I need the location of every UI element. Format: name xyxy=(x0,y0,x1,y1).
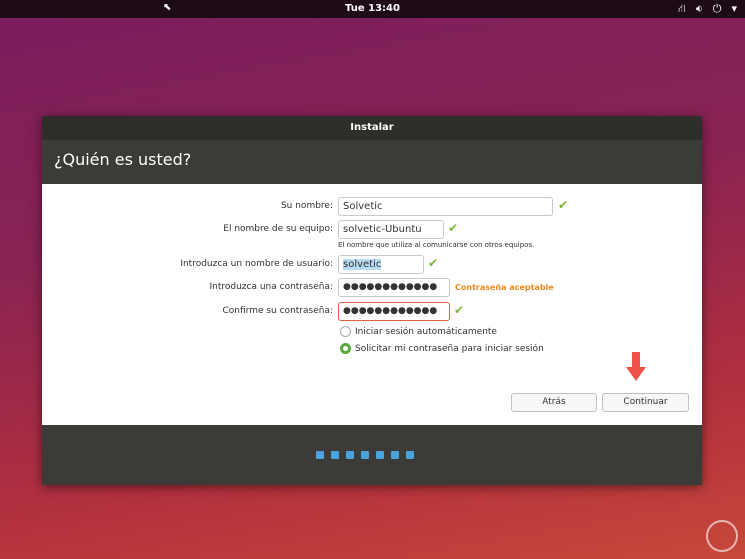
top-bar: ⬉ Tue 13:40 ⛙ 🔉︎ ⏻ ▾ xyxy=(0,0,745,18)
system-tray[interactable]: ⛙ 🔉︎ ⏻ ▾ xyxy=(678,2,737,17)
name-input[interactable]: Solvetic xyxy=(338,197,553,216)
name-label: Su nombre: xyxy=(280,201,333,211)
progress-dot xyxy=(390,451,399,459)
progress-dot xyxy=(330,451,339,459)
computer-hint: El nombre que utiliza al comunicarse con… xyxy=(338,241,535,249)
username-label: Introduzca un nombre de usuario: xyxy=(180,259,333,269)
page-title: ¿Quién es usted? xyxy=(54,150,192,169)
watermark-logo xyxy=(706,520,738,552)
password-label: Introduzca una contraseña: xyxy=(209,282,333,292)
user-form: Su nombre: Solvetic ✔ El nombre de su eq… xyxy=(42,184,702,425)
window-title: Instalar xyxy=(42,116,702,140)
radio-label: Iniciar sesión automáticamente xyxy=(355,326,497,337)
progress-dot xyxy=(405,451,414,459)
check-icon: ✔ xyxy=(454,303,465,317)
power-icon[interactable]: ⏻ xyxy=(713,2,722,17)
username-value: solvetic xyxy=(343,259,382,270)
radio-label: Solicitar mi contraseña para iniciar ses… xyxy=(355,343,544,354)
radio-require-password[interactable]: Solicitar mi contraseña para iniciar ses… xyxy=(340,343,544,354)
progress-dot xyxy=(360,451,369,459)
username-input[interactable]: solvetic xyxy=(338,255,424,274)
progress-dot xyxy=(315,451,324,459)
progress-dot xyxy=(345,451,354,459)
clock[interactable]: Tue 13:40 xyxy=(0,3,745,14)
password-input[interactable]: ●●●●●●●●●●●● xyxy=(338,278,450,297)
check-icon: ✔ xyxy=(448,221,459,235)
progress-dot xyxy=(375,451,384,459)
check-icon: ✔ xyxy=(558,198,569,212)
network-icon[interactable]: ⛙ xyxy=(678,2,686,17)
red-arrow-icon xyxy=(626,352,646,381)
confirm-label: Confirme su contraseña: xyxy=(222,306,333,316)
confirm-password-input[interactable]: ●●●●●●●●●●●● xyxy=(338,302,450,321)
radio-auto-login[interactable]: Iniciar sesión automáticamente xyxy=(340,326,497,337)
progress-dots xyxy=(42,425,702,485)
radio-button[interactable] xyxy=(340,326,351,337)
computer-name-input[interactable]: solvetic-Ubuntu xyxy=(338,220,444,239)
computer-label: El nombre de su equipo: xyxy=(223,224,333,234)
installer-window: Instalar ¿Quién es usted? Su nombre: Sol… xyxy=(42,116,702,485)
check-icon: ✔ xyxy=(428,256,439,270)
continue-button[interactable]: Continuar xyxy=(602,393,689,412)
radio-button-selected[interactable] xyxy=(340,343,351,354)
volume-icon[interactable]: 🔉︎ xyxy=(696,2,703,17)
back-button[interactable]: Atrás xyxy=(511,393,597,412)
password-strength: Contraseña aceptable xyxy=(455,283,554,292)
menu-arrow-icon[interactable]: ▾ xyxy=(731,2,737,17)
